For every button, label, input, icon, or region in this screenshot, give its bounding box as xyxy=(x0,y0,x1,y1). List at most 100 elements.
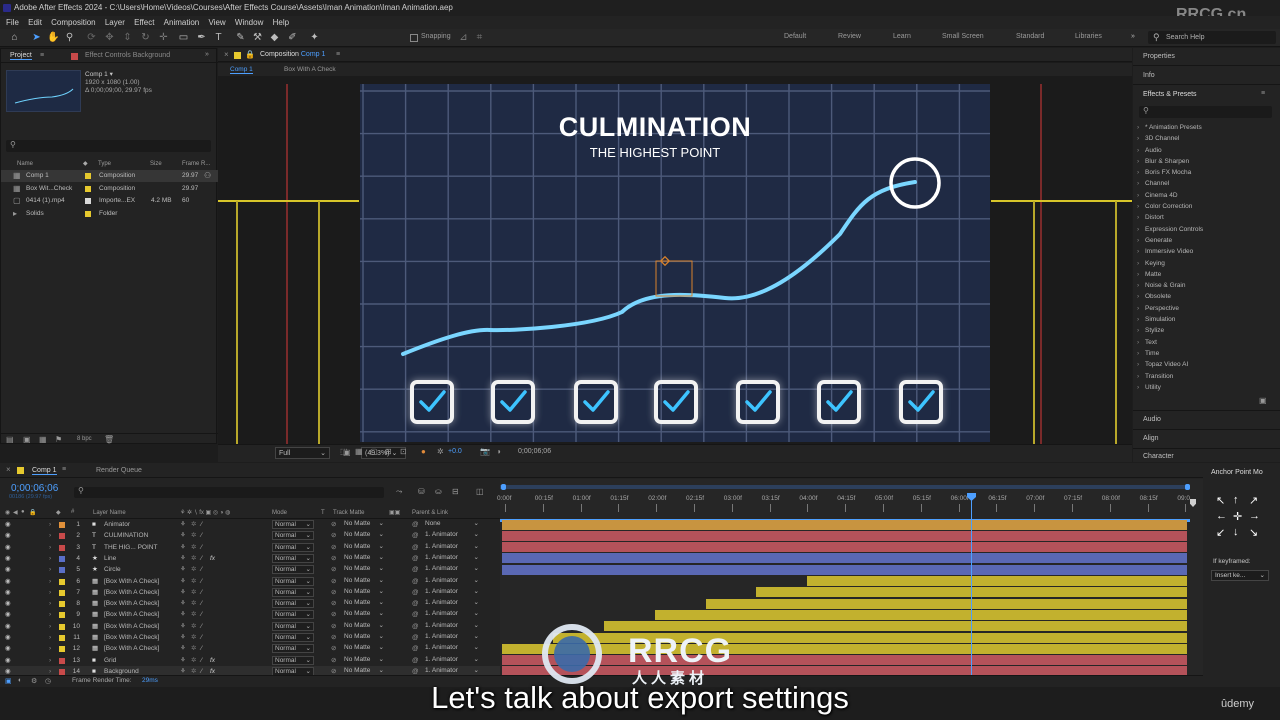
expand-arrow-icon[interactable]: › xyxy=(49,564,51,575)
dolly-tool-icon[interactable]: ⇕ xyxy=(122,32,133,43)
layer-name[interactable]: [Box With A Check] xyxy=(104,598,159,609)
color-management-icon[interactable]: ● xyxy=(421,447,426,456)
visibility-eye-icon[interactable]: ◉ xyxy=(5,621,11,632)
pick-whip-icon[interactable]: @ xyxy=(412,564,419,575)
blend-mode-select[interactable]: Normal ⌄ xyxy=(272,520,314,529)
effect-category[interactable]: Distort xyxy=(1133,212,1280,224)
col-type[interactable]: Type xyxy=(98,161,111,167)
layer-row[interactable]: ◉ › 11 ▦ [Box With A Check] ⚘ ✲ ∕ Normal ⌄ ⊘ No Mat… xyxy=(0,632,500,643)
blend-mode-select[interactable]: Normal ⌄ xyxy=(272,587,314,597)
label-color-swatch[interactable] xyxy=(85,210,91,217)
track-matte-select[interactable]: No Matte ⌄ xyxy=(344,577,386,586)
show-snapshot-icon[interactable]: ◑ xyxy=(496,447,501,456)
shy-switch-icon[interactable]: ⚘ xyxy=(180,655,186,666)
layer-duration-bar[interactable] xyxy=(603,621,1187,632)
switches-header-icons[interactable]: ⚘ ✲ ∖ fx ▣ ◎ ◑ ◍ xyxy=(180,509,230,516)
menu-file[interactable]: File xyxy=(6,18,19,27)
effect-category[interactable]: Blur & Sharpen xyxy=(1133,156,1280,168)
time-ruler[interactable]: 0:00f 00:15f 01:00f 01:15f 02:00f 02:15f 03:00… xyxy=(497,489,1190,519)
track-matte-select[interactable]: No Matte ⌄ xyxy=(344,520,386,529)
layer-duration-bar[interactable] xyxy=(502,553,1187,564)
layer-name[interactable]: Circle xyxy=(104,564,121,575)
matte-link-icon[interactable]: ⊘ xyxy=(331,542,336,553)
draft-3d-icon[interactable]: ⛁ xyxy=(418,487,425,496)
menu-help[interactable]: Help xyxy=(273,18,289,27)
project-search-input[interactable]: ⚲ xyxy=(6,140,211,152)
layer-row[interactable]: ◉ › 10 ▦ [Box With A Check] ⚘ ✲ ∕ Normal ⌄ ⊘ No Mat… xyxy=(0,621,500,632)
parent-select[interactable]: 1. Animator ⌄ xyxy=(425,610,481,619)
pan-tool-icon[interactable]: ✥ xyxy=(104,32,115,43)
track-matte-select[interactable]: No Matte ⌄ xyxy=(344,531,386,540)
anchor-top-left-icon[interactable]: ↖ xyxy=(1216,494,1225,507)
snap-icon[interactable]: ⊿ xyxy=(458,32,469,43)
layer-name[interactable]: [Box With A Check] xyxy=(104,576,159,587)
layer-name-header[interactable]: Layer Name xyxy=(93,510,126,516)
workspace-learn[interactable]: Learn xyxy=(893,33,911,40)
expand-arrow-icon[interactable]: › xyxy=(49,655,51,666)
workspace-default[interactable]: Default xyxy=(784,33,806,40)
layer-row[interactable]: ◉ › 4 ★ Line ⚘ ✲ ∕ fx Normal ⌄ ⊘ No Matte ⌄ @1. Animat… xyxy=(0,553,500,564)
solo-header-icon[interactable]: ● xyxy=(21,509,25,515)
pick-whip-icon[interactable]: @ xyxy=(412,530,419,541)
eraser-tool-icon[interactable]: ◆ xyxy=(269,32,280,43)
pick-whip-icon[interactable]: @ xyxy=(412,587,419,598)
workspace-small-screen[interactable]: Small Screen xyxy=(942,33,984,40)
layer-label-color[interactable] xyxy=(59,612,65,619)
effect-category[interactable]: Perspective xyxy=(1133,303,1280,315)
blend-mode-select[interactable]: Normal ⌄ xyxy=(272,644,314,654)
pick-whip-icon[interactable]: @ xyxy=(412,553,419,564)
parent-select[interactable]: 1. Animator ⌄ xyxy=(425,565,481,574)
expand-arrow-icon[interactable]: › xyxy=(49,519,51,530)
effect-category[interactable]: Audio xyxy=(1133,145,1280,157)
parent-select[interactable]: 1. Animator ⌄ xyxy=(425,656,481,665)
expand-arrow-icon[interactable]: › xyxy=(49,553,51,564)
layer-label-color[interactable] xyxy=(59,578,65,585)
expand-panels-icon[interactable]: » xyxy=(205,51,209,58)
collapse-switch-icon[interactable]: ✲ xyxy=(191,542,196,553)
layer-name[interactable]: [Box With A Check] xyxy=(104,609,159,620)
clone-stamp-icon[interactable]: ⚒ xyxy=(252,32,263,43)
effect-category[interactable]: Noise & Grain xyxy=(1133,280,1280,292)
expand-arrow-icon[interactable]: › xyxy=(49,542,51,553)
blend-mode-select[interactable]: Normal ⌄ xyxy=(272,610,314,620)
pick-whip-icon[interactable]: @ xyxy=(412,519,419,530)
layer-label-color[interactable] xyxy=(59,668,65,675)
effect-category[interactable]: Time xyxy=(1133,348,1280,360)
bpc-label[interactable]: 8 bpc xyxy=(77,436,92,442)
graph-editor-icon[interactable]: ◫ xyxy=(476,487,484,496)
anchor-bottom-icon[interactable]: ↓ xyxy=(1233,526,1239,538)
workspace-more-icon[interactable]: » xyxy=(1131,33,1135,40)
tab-composition[interactable]: Composition Comp 1 xyxy=(260,51,325,58)
menu-effect[interactable]: Effect xyxy=(134,18,154,27)
layer-row[interactable]: ◉ › 7 ▦ [Box With A Check] ⚘ ✲ ∕ Normal ⌄ ⊘ No Matt… xyxy=(0,587,500,598)
pick-whip-icon[interactable]: @ xyxy=(412,643,419,654)
exposure-reset-icon[interactable]: ✲ xyxy=(437,447,444,456)
panel-menu-icon[interactable]: ≡ xyxy=(40,52,44,59)
effects-search-input[interactable]: ⚲ xyxy=(1139,106,1272,118)
layer-row[interactable]: ◉ › 9 ▦ [Box With A Check] ⚘ ✲ ∕ Normal ⌄ ⊘ No Matt… xyxy=(0,609,500,620)
parent-select[interactable]: 1. Animator ⌄ xyxy=(425,554,481,563)
quality-switch-icon[interactable]: ∕ xyxy=(201,576,202,587)
shy-switch-icon[interactable]: ⚘ xyxy=(180,643,186,654)
collapse-switch-icon[interactable]: ✲ xyxy=(191,553,196,564)
collapse-switch-icon[interactable]: ✲ xyxy=(191,564,196,575)
layer-name[interactable]: Animator xyxy=(104,519,130,530)
layer-name[interactable]: [Box With A Check] xyxy=(104,587,159,598)
matte-link-icon[interactable]: ⊘ xyxy=(331,609,336,620)
layer-label-color[interactable] xyxy=(59,635,65,641)
layer-row[interactable]: ◉ › 8 ▦ [Box With A Check] ⚘ ✲ ∕ Normal ⌄ ⊘ No Matt… xyxy=(0,598,500,609)
home-icon[interactable]: ⌂ xyxy=(9,32,20,43)
resolution-select[interactable]: Full ⌄ xyxy=(275,447,330,459)
shy-switch-icon[interactable]: ⚘ xyxy=(180,576,186,587)
blend-mode-select[interactable]: Normal ⌄ xyxy=(272,633,314,642)
pick-whip-icon[interactable]: @ xyxy=(412,609,419,620)
parent-select[interactable]: 1. Animator ⌄ xyxy=(425,588,481,597)
shy-switch-icon[interactable]: ⚘ xyxy=(180,564,186,575)
layer-name[interactable]: CULMINATION xyxy=(104,530,148,541)
pen-tool-icon[interactable]: ✒ xyxy=(196,32,207,43)
track-matte-select[interactable]: No Matte ⌄ xyxy=(344,656,386,665)
blend-mode-select[interactable]: Normal ⌄ xyxy=(272,621,314,631)
matte-link-icon[interactable]: ⊘ xyxy=(331,655,336,666)
layer-label-color[interactable] xyxy=(59,544,65,551)
collapse-switch-icon[interactable]: ✲ xyxy=(191,609,196,620)
